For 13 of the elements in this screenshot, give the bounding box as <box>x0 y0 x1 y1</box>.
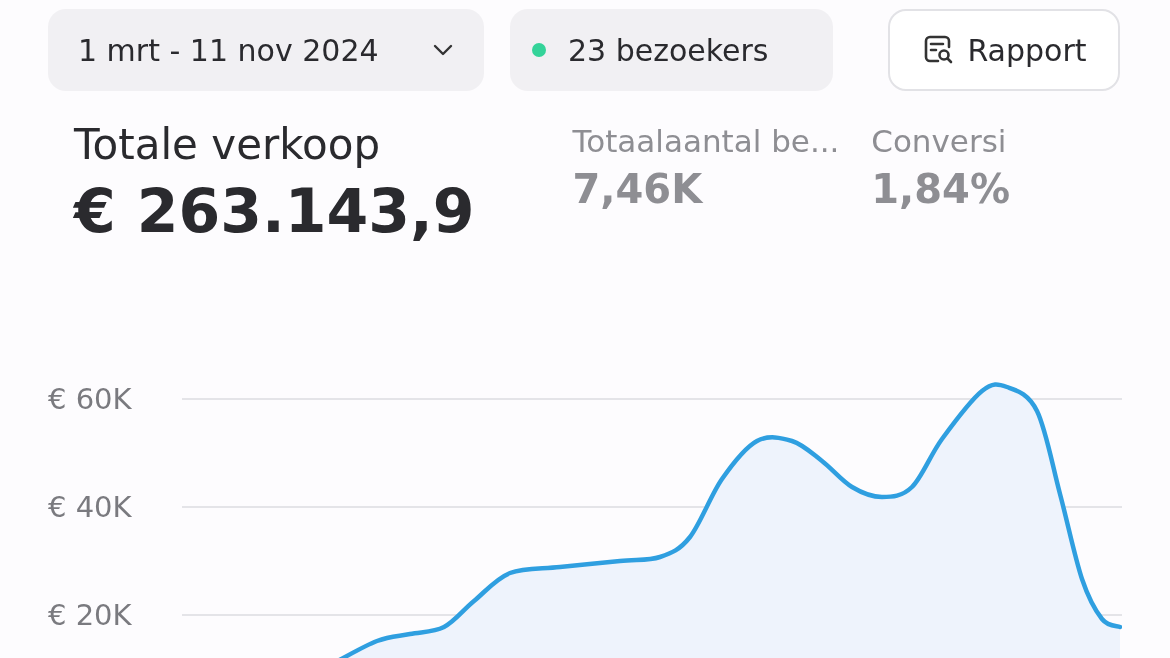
metric-value: 1,84% <box>871 165 1012 214</box>
axis-label: € 20K <box>48 597 133 634</box>
metric-label: Totaalaantal be... <box>572 122 841 161</box>
axis-label: € 60K <box>48 381 133 418</box>
chevron-down-icon <box>432 43 454 57</box>
metric-value: 7,46K <box>572 165 704 214</box>
report-button[interactable]: Rapport <box>888 9 1120 91</box>
metric-label: Conversi <box>871 122 1008 161</box>
metric-label: Totale verkoop <box>74 121 382 169</box>
metric-value: € 263.143,9 <box>74 175 476 248</box>
visitors-count: 23 bezoekers <box>568 32 769 68</box>
axis-label: € 40K <box>48 489 133 526</box>
date-range-picker[interactable]: 1 mrt - 11 nov 2024 <box>48 9 484 91</box>
